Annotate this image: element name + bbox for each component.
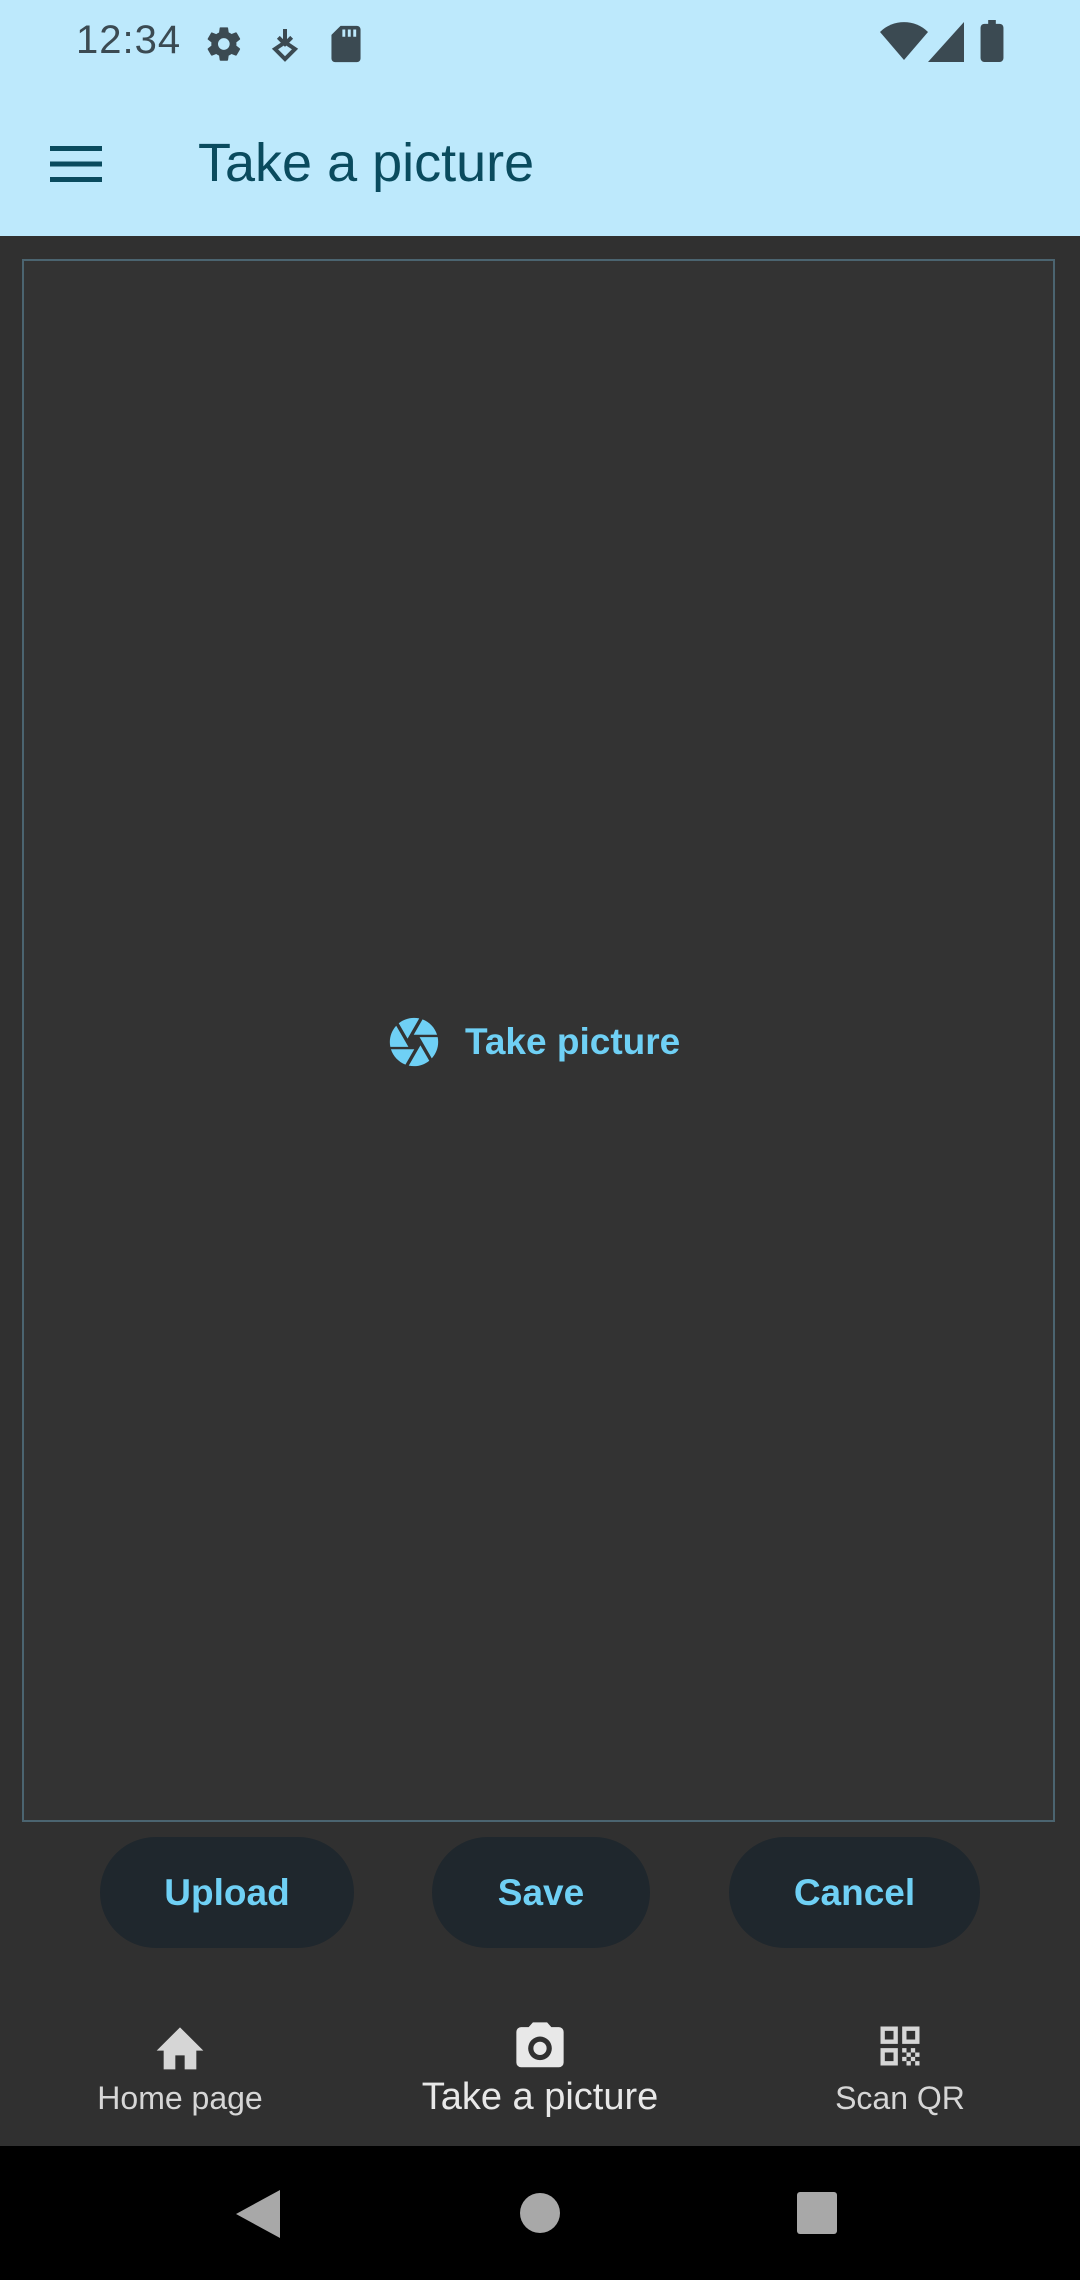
take-picture-label: Take picture [465,1021,681,1062]
app-bar: Take a picture [0,88,1080,236]
system-navigation-bar [0,2146,1080,2280]
take-picture-button[interactable]: Take picture [385,1010,703,1074]
menu-button[interactable] [36,124,116,204]
nav-label-scan-qr: Scan QR [835,2080,965,2116]
back-icon[interactable] [236,2190,280,2238]
page-title: Take a picture [198,133,535,193]
home-circle-icon[interactable] [519,2192,561,2234]
battery-icon [980,20,1004,67]
nav-item-scan-qr[interactable]: Scan QR [750,1994,1050,2146]
recents-icon[interactable] [797,2192,837,2234]
status-bar: 12:34 [0,0,1080,88]
upload-button[interactable]: Upload [100,1837,354,1948]
save-button[interactable]: Save [432,1837,650,1948]
signal-icon [928,22,964,67]
cancel-button[interactable]: Cancel [729,1837,980,1948]
status-time: 12:34 [76,18,182,62]
camera-shutter-icon [389,1017,439,1067]
nav-label-home: Home page [97,2080,263,2116]
download-icon [268,24,302,69]
nav-label-take-picture: Take a picture [421,2076,659,2118]
nav-item-take-picture[interactable]: Take a picture [390,1994,690,2146]
sd-card-icon [328,24,364,69]
gear-icon [204,24,244,69]
qr-code-icon [880,2026,920,2066]
camera-icon [516,2022,564,2068]
wifi-icon [880,22,928,67]
nav-item-home[interactable]: Home page [30,1994,330,2146]
hamburger-menu-icon [50,146,102,182]
bottom-navigation: Home page Take a picture Scan QR [0,1994,1080,2146]
home-icon [156,2027,204,2070]
